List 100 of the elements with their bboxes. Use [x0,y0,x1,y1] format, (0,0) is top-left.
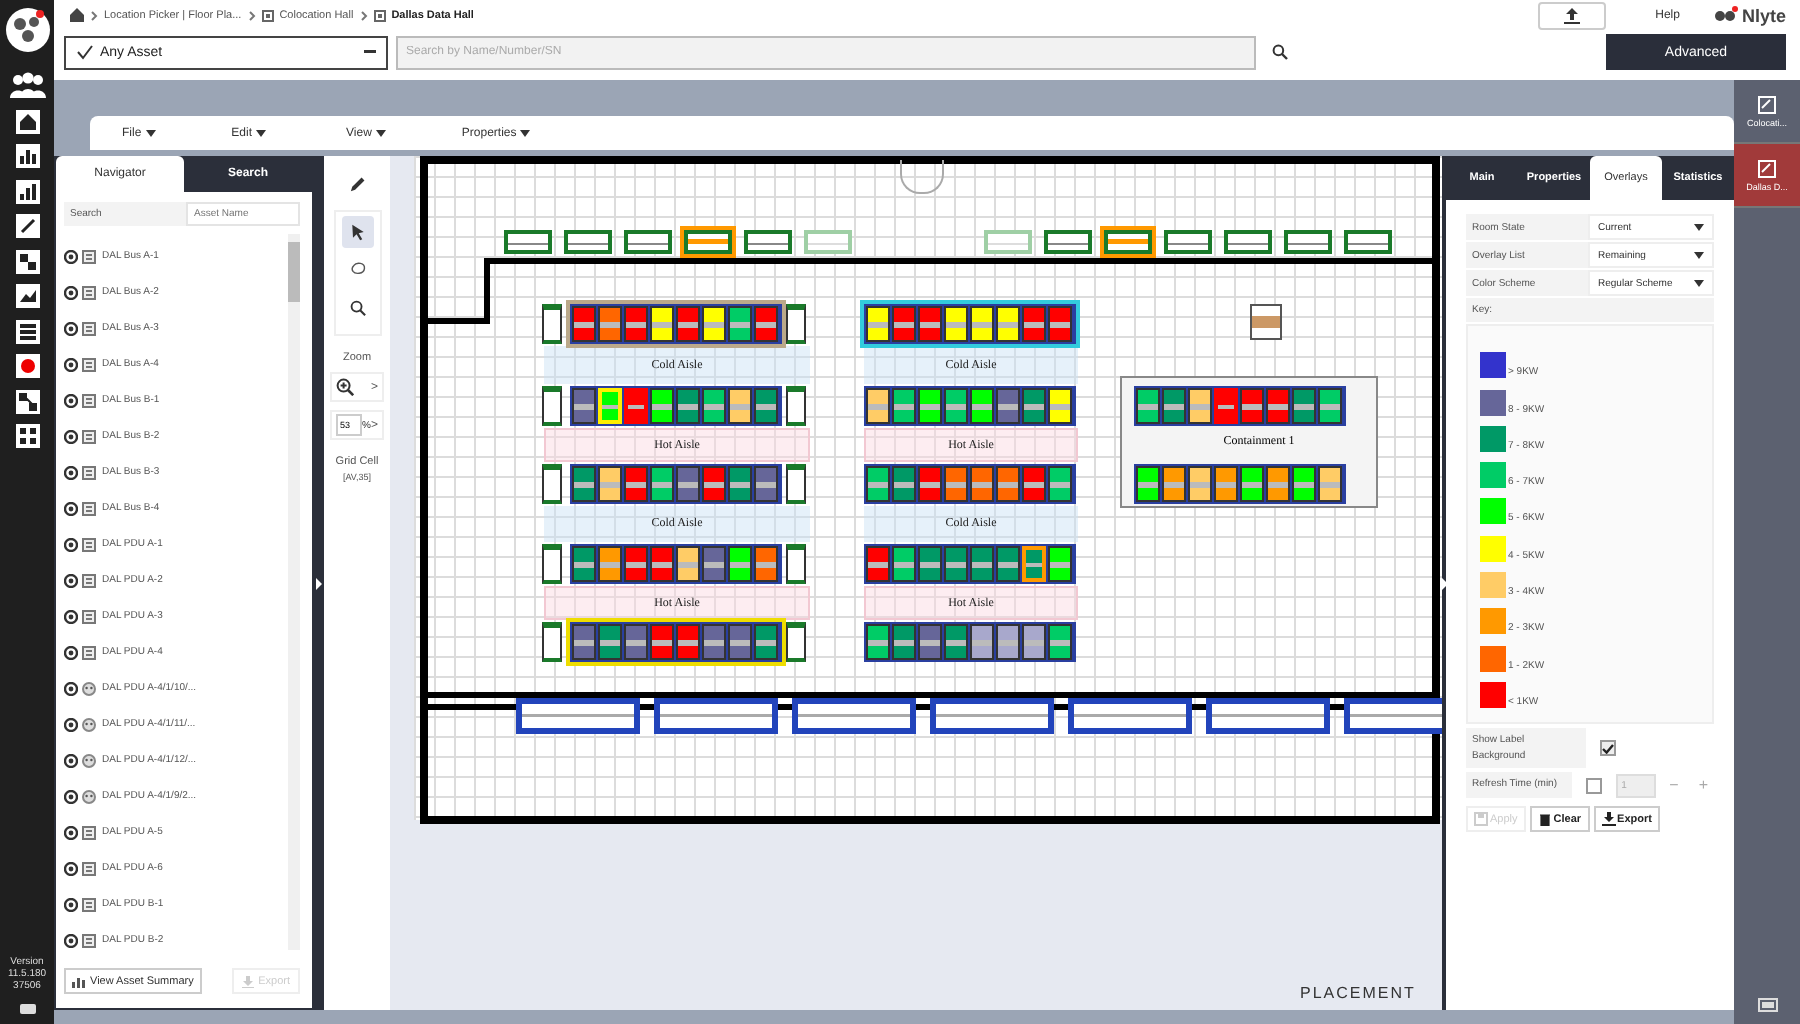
rack-unit [1250,304,1282,340]
caret-icon [375,129,386,137]
panel-icon [82,573,96,587]
chevron-icon [90,9,98,21]
pointer-icon [347,222,367,242]
eye-icon[interactable] [64,393,78,407]
download-icon [242,975,255,987]
grid-icon[interactable] [13,422,41,450]
outlet-icon [82,717,96,731]
bar-chart-icon [72,975,86,987]
eye-icon[interactable] [64,897,78,911]
equipment-unit [1344,698,1442,734]
panel-icon [82,429,96,443]
caret-icon [256,129,267,137]
equipment-unit [1068,698,1192,734]
upload-button[interactable] [1537,1,1606,29]
panel-icon [82,609,96,623]
eye-icon[interactable] [64,861,78,875]
people-icon[interactable] [7,72,47,100]
bar-chart-icon[interactable] [13,177,41,205]
pdu-unit [542,304,562,344]
caret-icon [145,129,156,137]
save-icon [1474,812,1488,826]
scrollbar[interactable] [288,234,300,950]
caret-icon [1694,251,1704,259]
logo-mark-icon [1713,6,1738,24]
trash-icon [1537,812,1552,826]
outlet-icon [82,789,96,803]
panel-icon [82,537,96,551]
monitor-icon[interactable] [1757,998,1777,1014]
equipment-unit [1206,698,1330,734]
pdu-unit [542,464,562,504]
eye-icon[interactable] [64,789,78,803]
eye-icon[interactable] [64,429,78,443]
pdu-unit [542,544,562,584]
outlet-icon [82,681,96,695]
search-icon [347,298,367,318]
eye-icon[interactable] [64,753,78,767]
pdu-unit [542,386,562,426]
eye-icon[interactable] [64,285,78,299]
panel-icon [82,501,96,515]
network-icon[interactable] [13,387,41,415]
panel-icon [82,825,96,839]
caret-icon [1694,223,1704,231]
eye-icon[interactable] [64,933,78,947]
equipment-unit [654,698,778,734]
floor-plan-icon [1758,95,1776,113]
bar-chart-icon[interactable] [13,142,41,170]
search-icon[interactable] [1272,44,1288,60]
placement-label: PLACEMENT [1300,984,1416,1002]
equipment-unit [792,698,916,734]
panel-icon [82,933,96,947]
logo-icon[interactable] [3,6,51,54]
checkbox[interactable] [1586,777,1602,793]
equipment-unit [930,698,1054,734]
chevron-icon [359,9,368,21]
eye-icon[interactable] [64,465,78,479]
edit-icon[interactable] [13,212,41,240]
floor-plan-icon [1758,159,1776,177]
eye-icon[interactable] [64,645,78,659]
eye-icon[interactable] [64,609,78,623]
caret-icon [1694,279,1704,287]
home-icon[interactable] [13,107,41,135]
pdu-unit [786,464,806,504]
eye-icon[interactable] [64,321,78,335]
panel-icon [82,645,96,659]
outlet-icon [82,753,96,767]
logo-text: Nlyte [1741,5,1786,25]
panel-icon [82,321,96,335]
panel-icon [82,393,96,407]
eye-icon[interactable] [64,537,78,551]
pointer-tool-button[interactable] [341,216,373,248]
zoom-in-icon[interactable] [336,378,354,396]
panel-icon [82,249,96,263]
caret-icon [520,129,531,137]
panel-icon [82,357,96,371]
eye-icon[interactable] [64,357,78,371]
pdu-unit [786,386,806,426]
eye-icon[interactable] [64,249,78,263]
floor-plan-icon [373,9,386,21]
eye-icon[interactable] [64,717,78,731]
image-icon[interactable] [13,282,41,310]
eye-icon[interactable] [64,681,78,695]
keyboard-icon[interactable] [19,1004,35,1014]
lasso-icon [347,260,367,280]
panel-icon [82,897,96,911]
dash-icon [364,50,376,54]
panel-icon [82,465,96,479]
eye-icon[interactable] [64,501,78,515]
list-icon[interactable] [13,317,41,345]
check-icon [1602,743,1614,753]
chevron-icon [247,9,256,21]
home-icon[interactable] [70,8,84,22]
grid-icon[interactable] [13,247,41,275]
eye-icon[interactable] [64,573,78,587]
checkbox[interactable] [1600,740,1616,756]
floor-plan-icon [261,9,274,21]
eye-icon[interactable] [64,825,78,839]
panel-icon [82,861,96,875]
pdu-unit [786,544,806,584]
